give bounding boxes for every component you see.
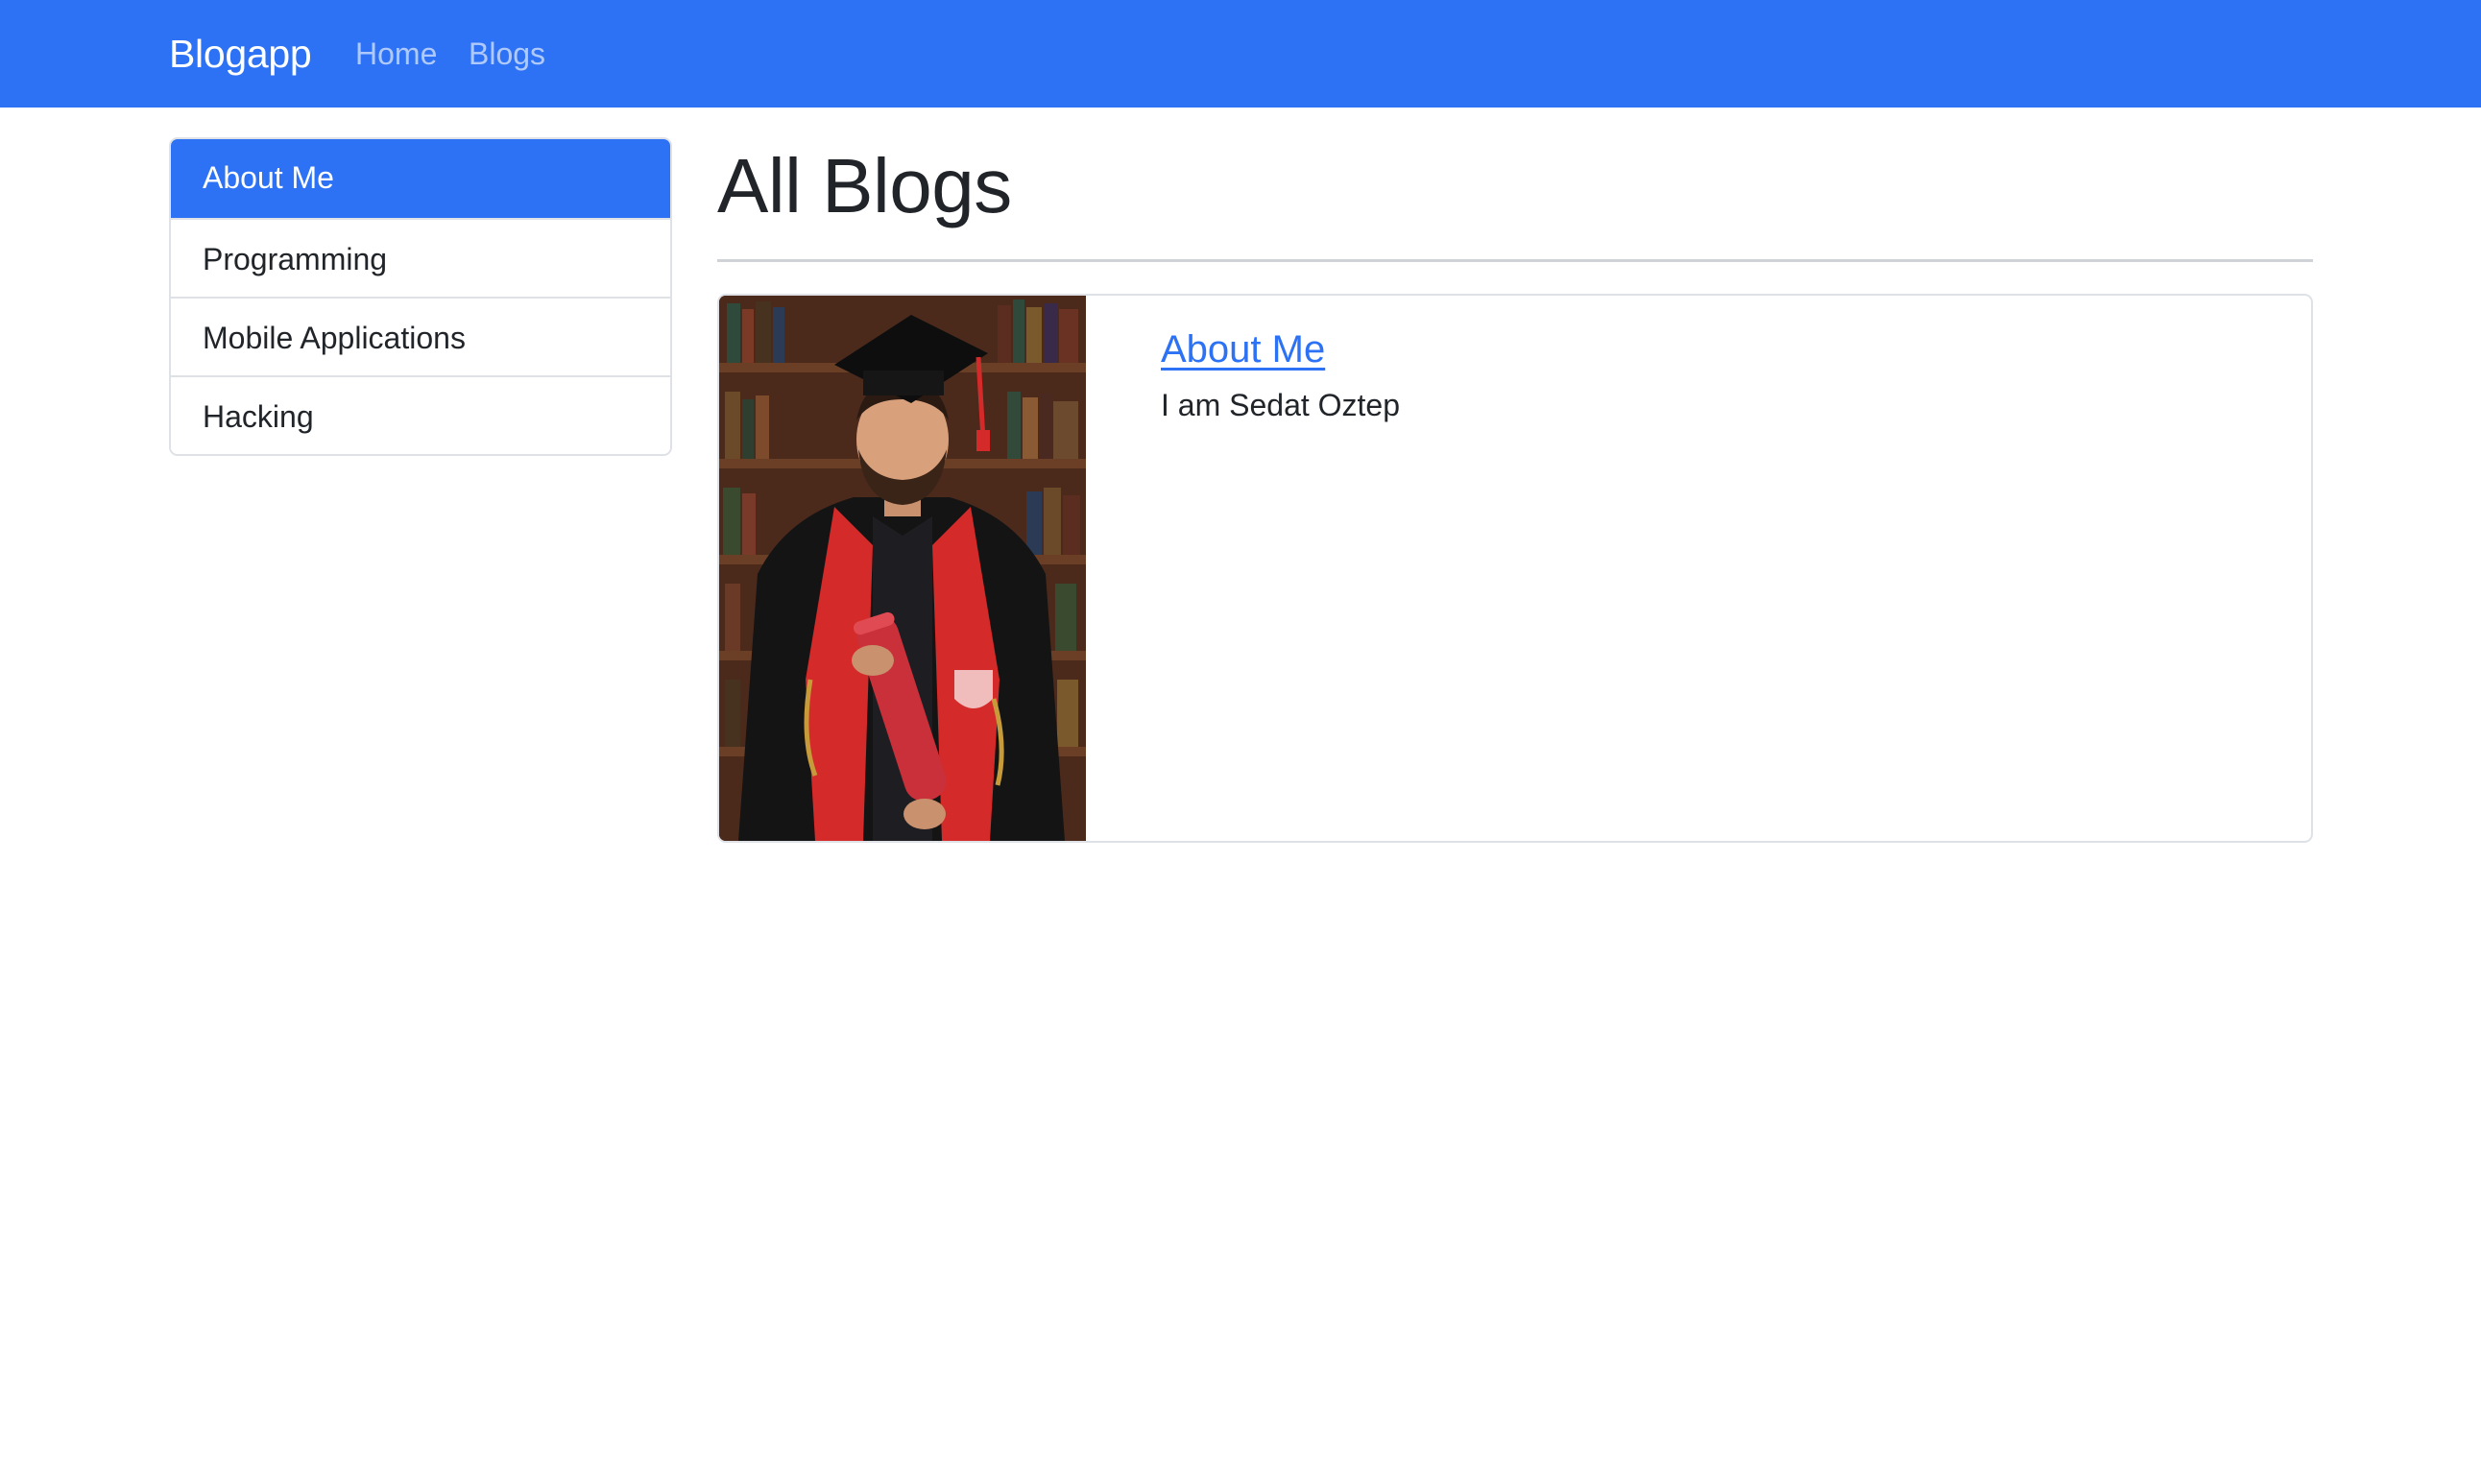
category-item-programming[interactable]: Programming	[171, 218, 670, 297]
blog-card: About Me I am Sedat Oztep	[717, 294, 2313, 843]
nav-link-blogs[interactable]: Blogs	[469, 33, 545, 75]
nav-link-home[interactable]: Home	[355, 33, 437, 75]
blog-card-image	[719, 296, 1086, 841]
blog-card-body: About Me I am Sedat Oztep	[1161, 324, 1400, 426]
category-item-about-me[interactable]: About Me	[171, 139, 670, 218]
navbar: Blogapp Home Blogs	[0, 0, 2481, 108]
page-title: All Blogs	[717, 143, 1012, 228]
category-list: About Me Programming Mobile Applications…	[169, 137, 672, 456]
category-item-mobile-applications[interactable]: Mobile Applications	[171, 297, 670, 375]
category-item-hacking[interactable]: Hacking	[171, 375, 670, 454]
blog-description: I am Sedat Oztep	[1161, 388, 1401, 422]
blog-title-link[interactable]: About Me	[1161, 324, 1400, 374]
brand-link[interactable]: Blogapp	[169, 29, 312, 79]
title-divider	[717, 259, 2313, 262]
